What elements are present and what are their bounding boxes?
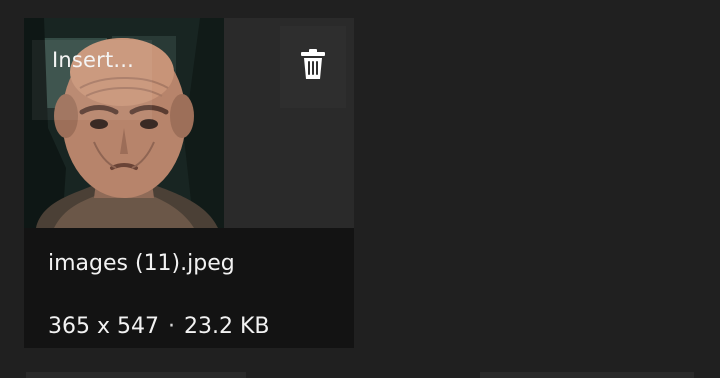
next-card-edge-left [26, 372, 246, 378]
metadata-separator: · [168, 314, 175, 339]
file-size: 23.2 KB [184, 314, 270, 339]
image-thumbnail[interactable]: Insert... [24, 18, 224, 228]
file-info-panel: images (11).jpeg 365 x 547 · 23.2 KB [24, 228, 354, 348]
file-metadata: 365 x 547 · 23.2 KB [48, 316, 270, 338]
image-card[interactable]: Insert... images (11).jpeg 365 x 547 · 23.… [24, 18, 354, 348]
image-dimensions: 365 x 547 [48, 314, 159, 339]
trash-icon [301, 49, 325, 79]
thumbnail-area: Insert... [24, 18, 354, 228]
next-card-edge-right [480, 372, 694, 378]
delete-button[interactable] [280, 26, 346, 108]
file-name: images (11).jpeg [48, 251, 235, 276]
insert-button[interactable]: Insert... [32, 40, 152, 120]
